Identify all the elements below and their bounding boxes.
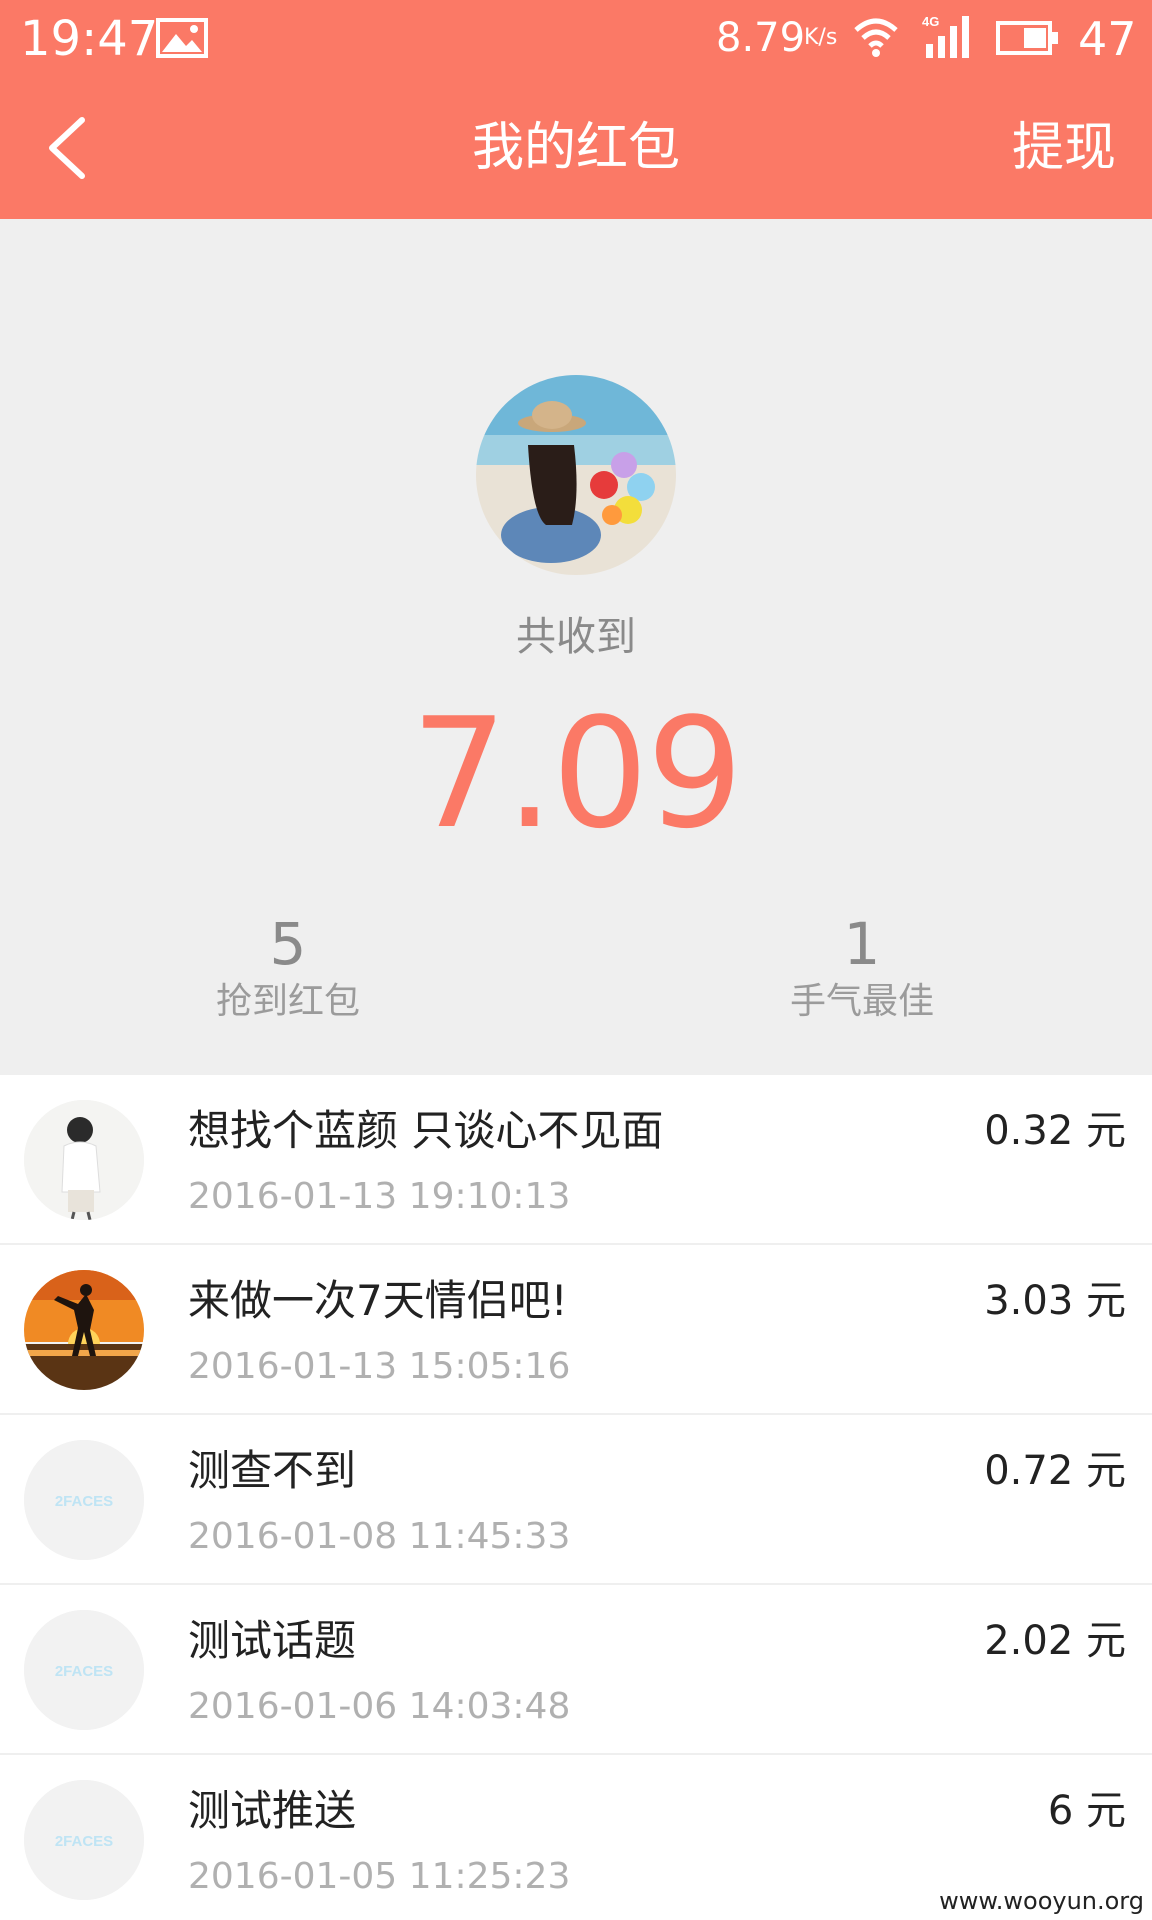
2faces-logo-icon: 2FACES xyxy=(24,1440,144,1560)
record-amount: 2.02 元 xyxy=(984,1615,1126,1667)
list-item[interactable]: 2FACES 测查不到 2016-01-08 11:45:33 0.72 元 xyxy=(0,1415,1152,1585)
record-amount-value: 3.03 xyxy=(984,1278,1074,1324)
record-title: 测试推送 xyxy=(188,1786,357,1835)
signal-icon: 4G xyxy=(922,14,969,58)
2faces-logo-icon: 2FACES xyxy=(24,1780,144,1900)
sunset-photo-icon xyxy=(24,1270,144,1390)
record-amount: 6 元 xyxy=(1048,1785,1126,1837)
stat-best-luck-count: 1 xyxy=(843,910,881,978)
record-amount-value: 0.32 xyxy=(984,1108,1074,1154)
list-item[interactable]: 想找个蓝颜 只谈心不见面 2016-01-13 19:10:13 0.32 元 xyxy=(0,1075,1152,1245)
beach-photo-icon xyxy=(476,375,676,575)
currency-unit: 元 xyxy=(1086,1788,1126,1834)
battery-level: 47 xyxy=(1078,12,1137,66)
total-amount: 7.09 xyxy=(410,685,743,862)
avatar xyxy=(24,1100,144,1220)
record-amount-value: 6 xyxy=(1047,1788,1074,1834)
status-bar: 19:47 8.79 K/s 4G 47 xyxy=(0,0,1152,78)
stat-grabbed: 5 抢到红包 xyxy=(138,911,438,1025)
record-time: 2016-01-05 11:25:23 xyxy=(188,1856,571,1897)
network-speed: 8.79 xyxy=(716,15,806,61)
avatar: 2FACES xyxy=(24,1440,144,1560)
red-packet-list: 想找个蓝颜 只谈心不见面 2016-01-13 19:10:13 0.32 元 … xyxy=(0,1075,1152,1920)
withdraw-button[interactable]: 提现 xyxy=(1012,116,1116,180)
list-item[interactable]: 2FACES 测试话题 2016-01-06 14:03:48 2.02 元 xyxy=(0,1585,1152,1755)
watermark: www.wooyun.org xyxy=(939,1887,1144,1915)
avatar: 2FACES xyxy=(24,1780,144,1900)
record-title: 测试话题 xyxy=(188,1616,357,1665)
record-title: 测查不到 xyxy=(188,1446,357,1495)
status-time: 19:47 xyxy=(20,11,159,67)
user-photo-icon xyxy=(24,1100,144,1220)
total-received-label: 共收到 xyxy=(516,614,636,660)
record-time: 2016-01-13 15:05:16 xyxy=(188,1346,571,1387)
stat-best-luck: 1 手气最佳 xyxy=(712,911,1012,1025)
record-amount: 0.72 元 xyxy=(984,1445,1126,1497)
2faces-logo-text: 2FACES xyxy=(55,1833,113,1850)
record-amount: 0.32 元 xyxy=(984,1105,1126,1157)
record-time: 2016-01-08 11:45:33 xyxy=(188,1516,571,1557)
avatar xyxy=(24,1270,144,1390)
battery-icon xyxy=(996,21,1058,55)
list-item[interactable]: 来做一次7天情侣吧! 2016-01-13 15:05:16 3.03 元 xyxy=(0,1245,1152,1415)
2faces-logo-text: 2FACES xyxy=(55,1663,113,1680)
record-title: 想找个蓝颜 只谈心不见面 xyxy=(188,1106,664,1155)
gallery-icon xyxy=(156,18,208,58)
page-title: 我的红包 xyxy=(471,118,680,178)
avatar: 2FACES xyxy=(24,1610,144,1730)
currency-unit: 元 xyxy=(1086,1618,1126,1664)
network-type-label: 4G xyxy=(922,14,939,29)
stat-grabbed-label: 抢到红包 xyxy=(215,981,360,1022)
2faces-logo-text: 2FACES xyxy=(55,1493,113,1510)
app-bar: 我的红包 提现 xyxy=(0,78,1152,219)
record-amount-value: 0.72 xyxy=(984,1448,1074,1494)
record-title: 来做一次7天情侣吧! xyxy=(188,1276,568,1325)
record-amount: 3.03 元 xyxy=(984,1275,1126,1327)
network-speed-unit: K/s xyxy=(804,25,838,50)
avatar[interactable] xyxy=(476,375,676,575)
record-time: 2016-01-13 19:10:13 xyxy=(188,1176,571,1217)
currency-unit: 元 xyxy=(1086,1278,1126,1324)
stat-grabbed-count: 5 xyxy=(269,910,307,978)
stat-best-luck-label: 手气最佳 xyxy=(789,981,934,1022)
currency-unit: 元 xyxy=(1086,1108,1126,1154)
currency-unit: 元 xyxy=(1086,1448,1126,1494)
record-time: 2016-01-06 14:03:48 xyxy=(188,1686,571,1727)
wifi-icon xyxy=(854,18,898,57)
summary-panel: 共收到 7.09 5 抢到红包 1 手气最佳 xyxy=(0,219,1152,1075)
2faces-logo-icon: 2FACES xyxy=(24,1610,144,1730)
record-amount-value: 2.02 xyxy=(984,1618,1074,1664)
